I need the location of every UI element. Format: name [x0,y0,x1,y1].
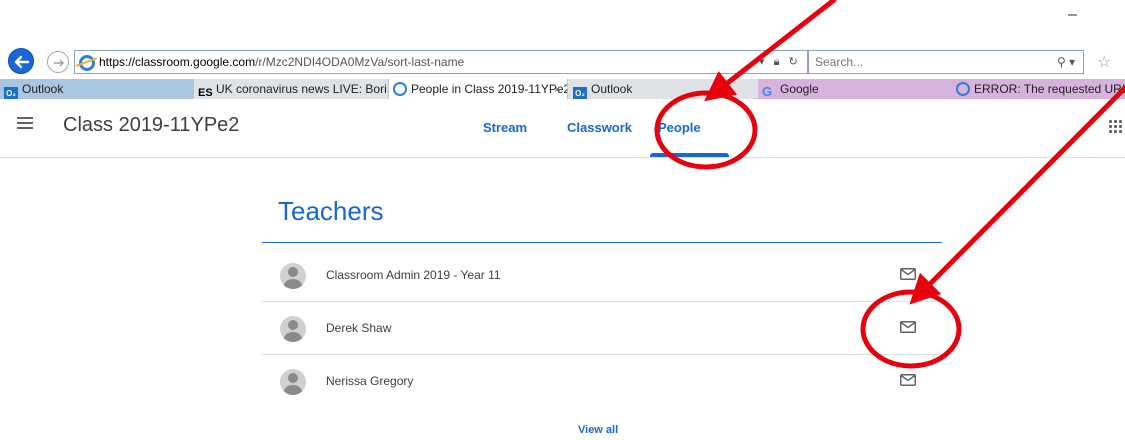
tab-stream[interactable]: Stream [483,120,527,135]
browser-search-input[interactable] [815,54,1045,70]
browser-tab-google[interactable]: G Google [758,79,952,99]
address-url[interactable]: https://classroom.google.com/r/Mzc2NDI4O… [99,55,464,69]
view-all-link[interactable]: View all [578,424,618,436]
forward-arrow-icon [54,59,65,67]
teacher-row: Classroom Admin 2019 - Year 11 [262,249,942,302]
refresh-icon[interactable]: ↻ [789,55,798,68]
tab-classwork[interactable]: Classwork [567,120,632,135]
window-minimize-button[interactable]: – [1068,6,1080,26]
tab-label: People in Class 2019-11YPe2 [411,82,568,96]
tab-label: ERROR: The requested URL cou [974,82,1125,96]
browser-search-box[interactable]: ⚲ ▾ [808,50,1084,74]
ie-icon [79,55,95,71]
section-divider [262,242,942,243]
tab-label: Outlook [591,82,633,96]
browser-navigation-bar: https://classroom.google.com/r/Mzc2NDI4O… [0,44,1125,78]
teacher-row: Derek Shaw [262,302,942,355]
es-icon: ES [198,87,213,99]
address-tools: ▾ 🔒︎ ↻ [759,55,804,69]
classroom-header: Class 2019-11YPe2 Stream Classwork Peopl… [0,100,1125,158]
browser-tab-bar: O₂ Outlook ES UK coronavirus news LIVE: Bo… [0,79,1125,99]
search-icon[interactable]: ⚲ ▾ [1057,55,1075,69]
email-icon[interactable] [900,321,916,333]
avatar [280,369,306,395]
teacher-name: Derek Shaw [326,321,392,335]
tab-label: UK coronavirus news LIVE: Bori... [216,82,388,96]
email-icon[interactable] [900,268,916,280]
tab-label: Outlook [22,82,64,96]
teachers-heading: Teachers [278,196,384,226]
avatar [280,263,306,289]
dropdown-arrow-icon[interactable]: ▾ [759,55,765,68]
browser-tab-error[interactable]: ERROR: The requested URL cou [952,79,1125,99]
tab-people[interactable]: People [658,120,701,135]
ie-icon [393,82,407,96]
google-icon: G [762,84,773,99]
lock-icon[interactable]: 🔒︎ [774,56,780,69]
address-bar[interactable]: https://classroom.google.com/r/Mzc2NDI4O… [74,50,808,74]
avatar [280,316,306,342]
email-icon[interactable] [900,374,916,386]
apps-grid-icon[interactable] [1109,120,1123,134]
back-arrow-icon [14,55,30,69]
teacher-name: Nerissa Gregory [326,374,414,388]
outlook-icon: O₂ [573,87,587,99]
browser-tab-news[interactable]: ES UK coronavirus news LIVE: Bori... [194,79,388,99]
back-button[interactable] [8,48,34,74]
browser-tab-outlook-2[interactable]: O₂ Outlook [569,79,753,99]
hamburger-menu-icon[interactable] [17,117,33,129]
tab-label: Google [780,82,819,96]
forward-button[interactable] [47,51,69,73]
class-title[interactable]: Class 2019-11YPe2 [63,114,239,137]
teacher-row: Nerissa Gregory [262,355,942,408]
favorites-star-icon[interactable]: ☆ [1097,52,1111,72]
close-tab-icon[interactable]: × [554,79,561,99]
teacher-name: Classroom Admin 2019 - Year 11 [326,268,501,282]
ie-icon [956,82,970,96]
outlook-icon: O₂ [4,87,18,99]
browser-tab-people-active[interactable]: People in Class 2019-11YPe2 × [388,79,568,99]
browser-tab-outlook[interactable]: O₂ Outlook [0,79,194,99]
active-tab-indicator [650,153,729,157]
